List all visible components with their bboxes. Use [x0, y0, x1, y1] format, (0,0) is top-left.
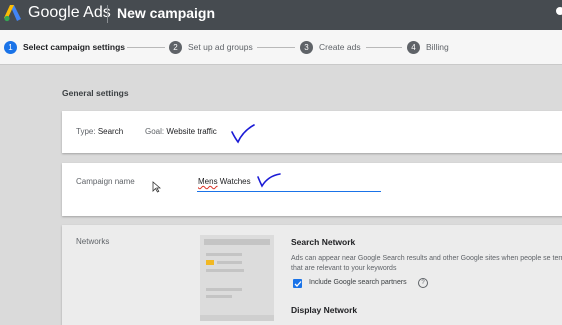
illustration-bar	[206, 295, 232, 298]
help-icon[interactable]: ?	[418, 278, 428, 288]
step-connector	[366, 47, 402, 48]
goal-value: Website traffic	[166, 127, 217, 136]
campaign-name-label: Campaign name	[76, 177, 135, 186]
checkmark-icon	[294, 280, 301, 287]
brand-name: Google Ads	[28, 4, 111, 21]
mouse-cursor-icon	[152, 181, 161, 193]
search-partners-checkbox[interactable]	[293, 279, 302, 288]
campaign-name-card: Campaign name Mens Watches	[62, 163, 562, 216]
display-network-title: Display Network	[291, 305, 358, 315]
stepper: 1 Select campaign settings 2 Set up ad g…	[0, 30, 562, 65]
step-number: 2	[169, 40, 182, 54]
step-number: 1	[4, 40, 17, 54]
type-value: Search	[97, 127, 124, 136]
step-connector	[127, 47, 165, 48]
search-partners-label[interactable]: Include Google search partners	[309, 279, 407, 286]
campaign-type-goal-card[interactable]: Type: Search Goal: Website traffic	[62, 111, 562, 153]
account-menu-icon[interactable]	[556, 7, 562, 15]
campaign-name-input[interactable]: Mens Watches	[197, 177, 381, 192]
illustration-bar	[206, 253, 242, 256]
networks-label: Networks	[76, 237, 110, 246]
illustration-bar	[200, 315, 274, 321]
illustration-bar	[206, 288, 242, 291]
step-billing[interactable]: 4 Billing	[407, 40, 449, 54]
goal-label: Goal:	[145, 127, 165, 136]
search-results-illustration	[200, 235, 274, 321]
search-network-title: Search Network	[291, 237, 356, 247]
step-label: Select campaign settings	[23, 42, 126, 52]
step-number: 4	[407, 40, 420, 54]
step-label: Set up ad groups	[188, 42, 253, 52]
networks-card: Networks Search Network Ads can appear n…	[62, 225, 562, 325]
search-network-description: Ads can appear near Google Search result…	[291, 255, 562, 272]
step-create-ads[interactable]: 3 Create ads	[300, 40, 361, 54]
step-label: Create ads	[319, 42, 361, 52]
illustration-bar	[217, 261, 242, 264]
step-select-campaign-settings[interactable]: 1 Select campaign settings	[4, 40, 125, 54]
handwritten-check-icon	[257, 173, 281, 188]
step-connector	[257, 47, 295, 48]
appbar-divider	[107, 5, 108, 23]
goal-field: Goal: Website traffic	[145, 127, 217, 136]
step-number: 3	[300, 40, 313, 54]
type-label: Type:	[76, 127, 96, 136]
app-bar: Google Ads New campaign	[0, 0, 562, 30]
illustration-bar	[206, 269, 244, 272]
handwritten-check-icon	[231, 124, 255, 144]
ad-badge-shape	[206, 260, 214, 265]
page-title: New campaign	[117, 5, 216, 21]
google-ads-logo-icon[interactable]	[3, 3, 23, 23]
misspelled-word: Mens	[198, 177, 218, 186]
type-field: Type: Search	[76, 127, 123, 136]
campaign-name-value-rest: Watches	[217, 177, 251, 186]
step-label: Billing	[426, 42, 449, 52]
section-title: General settings	[62, 88, 129, 98]
step-set-up-ad-groups[interactable]: 2 Set up ad groups	[169, 40, 253, 54]
illustration-bar	[204, 239, 270, 245]
